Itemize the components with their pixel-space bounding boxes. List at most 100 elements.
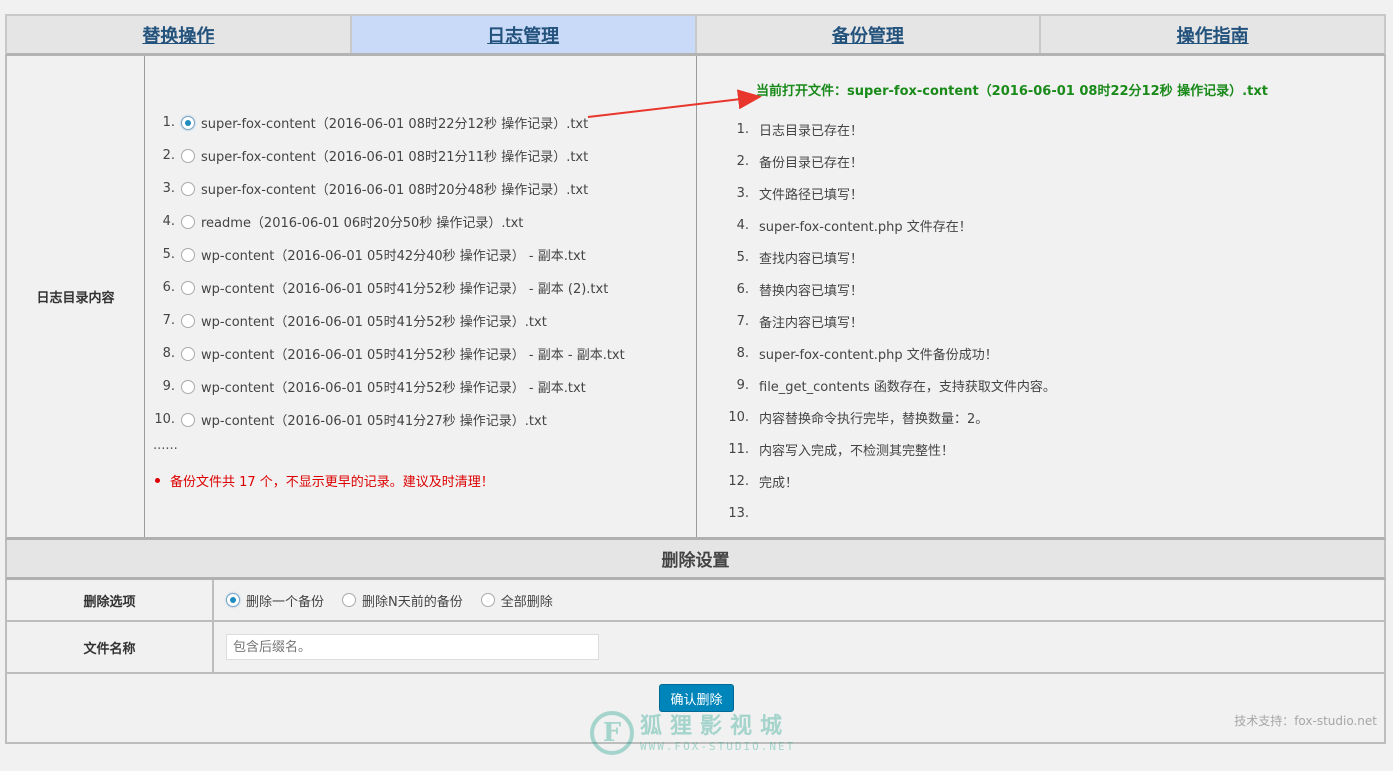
log-file-item[interactable]: 3. super-fox-content（2016-06-01 08时20分48秒… [153,172,625,205]
filename-input[interactable] [226,634,599,660]
log-step: 3. 文件路径已填写！ [717,177,1056,209]
log-step-text: file_get_contents 函数存在，支持获取文件内容。 [759,379,1056,395]
warning-text: 备份文件共 17 个，不显示更早的记录。建议及时清理！ [170,475,494,490]
log-step-text: 内容写入完成，不检测其完整性！ [759,443,955,459]
tab-guide[interactable]: 操作指南 [1041,16,1384,53]
action-footer: 确认删除 技术支持：fox-studio.net [5,674,1386,744]
radio-button-selected[interactable] [226,593,240,607]
radio-button[interactable] [181,181,195,196]
radio-button[interactable] [181,148,195,163]
log-file-name: super-fox-content（2016-06-01 08时22分12秒 操… [201,117,589,132]
log-step: 5. 查找内容已填写！ [717,241,1056,273]
radio-button[interactable] [181,346,195,361]
radio-button[interactable] [181,313,195,328]
log-file-item[interactable]: 7. wp-content（2016-06-01 05时41分52秒 操作记录）.… [153,304,625,337]
item-number: 5. [736,249,749,265]
log-step-text: 备份目录已存在！ [759,155,864,171]
item-number: 12. [728,473,749,489]
delete-option-all[interactable]: 全部删除 [480,591,553,610]
log-step-text: super-fox-content.php 文件存在！ [759,219,972,235]
radio-button[interactable] [181,412,195,427]
tab-replace[interactable]: 替换操作 [7,16,352,53]
item-number: 3. [162,181,175,196]
delete-options-row: 删除选项 删除一个备份 删除N天前的备份 全部删除 [5,580,1386,622]
item-number: 1. [162,115,175,130]
log-step: 11. 内容写入完成，不检测其完整性！ [717,433,1056,465]
cleanup-warning: 备份文件共 17 个，不显示更早的记录。建议及时清理！ [153,471,494,490]
log-step-text: 查找内容已填写！ [759,251,864,267]
delete-settings-header: 删除设置 [5,540,1386,580]
log-step-text: 日志目录已存在！ [759,123,864,139]
item-number: 9. [736,377,749,393]
item-number: 9. [162,379,175,394]
tech-support-text: 技术支持：fox-studio.net [1234,714,1377,728]
log-step: 7. 备注内容已填写！ [717,305,1056,337]
item-number: 6. [162,280,175,295]
log-file-item[interactable]: 1. super-fox-content（2016-06-01 08时22分12秒… [153,106,625,139]
delete-options-label: 删除选项 [7,580,214,620]
item-number: 3. [736,185,749,201]
log-step: 13. [717,497,1056,529]
current-file-title: 当前打开文件：super-fox-content（2016-06-01 08时2… [756,84,1268,99]
item-number: 7. [162,313,175,328]
tab-backup-management[interactable]: 备份管理 [697,16,1042,53]
log-file-item[interactable]: 4. readme（2016-06-01 06时20分50秒 操作记录）.txt [153,205,625,238]
radio-button[interactable] [342,593,357,607]
delete-options-field: 删除一个备份 删除N天前的备份 全部删除 [214,580,1384,620]
log-step-text: 替换内容已填写！ [759,283,864,299]
filename-field [214,622,1384,672]
item-number: 11. [728,441,749,457]
item-number: 8. [162,346,175,361]
log-section: 日志目录内容 1. super-fox-content（2016-06-01 08… [5,56,1386,540]
item-number: 5. [162,247,175,262]
radio-button[interactable] [181,247,195,262]
radio-button[interactable] [181,379,195,394]
log-file-name: super-fox-content（2016-06-01 08时20分48秒 操… [201,183,589,198]
log-file-item[interactable]: 2. super-fox-content（2016-06-01 08时21分11秒… [153,139,625,172]
log-file-name: wp-content（2016-06-01 05时41分52秒 操作记录）.tx… [201,315,547,330]
filename-label: 文件名称 [7,622,214,672]
option-label: 全部删除 [500,594,553,610]
item-number: 7. [736,313,749,329]
log-content-panel: 当前打开文件：super-fox-content（2016-06-01 08时2… [697,56,1384,537]
log-file-item[interactable]: 6. wp-content（2016-06-01 05时41分52秒 操作记录） … [153,271,625,304]
item-number: 10. [154,412,175,427]
log-file-item[interactable]: 9. wp-content（2016-06-01 05时41分52秒 操作记录） … [153,370,625,403]
log-step-text: 文件路径已填写！ [759,187,864,203]
item-number: 13. [728,505,749,521]
item-number: 4. [736,217,749,233]
log-step: 6. 替换内容已填写！ [717,273,1056,305]
more-ellipsis: ...... [153,438,178,453]
tab-bar: 替换操作 日志管理 备份管理 操作指南 [5,14,1386,56]
tab-log-management[interactable]: 日志管理 [351,16,697,53]
delete-option-one[interactable]: 删除一个备份 [226,591,324,610]
log-file-name: readme（2016-06-01 06时20分50秒 操作记录）.txt [201,216,524,231]
log-file-name: wp-content（2016-06-01 05时42分40秒 操作记录） - … [201,249,586,264]
log-step: 4. super-fox-content.php 文件存在！ [717,209,1056,241]
filename-row: 文件名称 [5,622,1386,674]
log-file-name: wp-content（2016-06-01 05时41分52秒 操作记录） - … [201,282,609,297]
log-file-item[interactable]: 8. wp-content（2016-06-01 05时41分52秒 操作记录） … [153,337,625,370]
log-step: 1. 日志目录已存在！ [717,113,1056,145]
radio-button[interactable] [181,280,195,295]
log-file-name: wp-content（2016-06-01 05时41分52秒 操作记录） - … [201,348,625,363]
radio-button[interactable] [480,593,495,607]
item-number: 4. [162,214,175,229]
confirm-delete-button[interactable]: 确认删除 [659,684,734,712]
log-file-item[interactable]: 10. wp-content（2016-06-01 05时41分27秒 操作记录）… [153,403,625,436]
plugin-panel: 替换操作 日志管理 备份管理 操作指南 日志目录内容 1. super-fox-c… [5,14,1386,744]
log-step-text: 内容替换命令执行完毕，替换数量：2。 [759,411,989,427]
delete-option-n-days[interactable]: 删除N天前的备份 [342,591,463,610]
radio-button-selected[interactable] [181,115,195,130]
log-step-text: 备注内容已填写！ [759,315,864,331]
item-number: 8. [736,345,749,361]
item-number: 2. [736,153,749,169]
log-file-item[interactable]: 5. wp-content（2016-06-01 05时42分40秒 操作记录） … [153,238,625,271]
log-file-name: wp-content（2016-06-01 05时41分27秒 操作记录）.tx… [201,414,547,429]
log-file-list: 1. super-fox-content（2016-06-01 08时22分12秒… [145,56,697,537]
log-file-name: super-fox-content（2016-06-01 08时21分11秒 操… [201,150,589,165]
log-step-text: 完成！ [759,475,799,491]
log-step: 12. 完成！ [717,465,1056,497]
radio-button[interactable] [181,214,195,229]
log-file-name: wp-content（2016-06-01 05时41分52秒 操作记录） - … [201,381,586,396]
